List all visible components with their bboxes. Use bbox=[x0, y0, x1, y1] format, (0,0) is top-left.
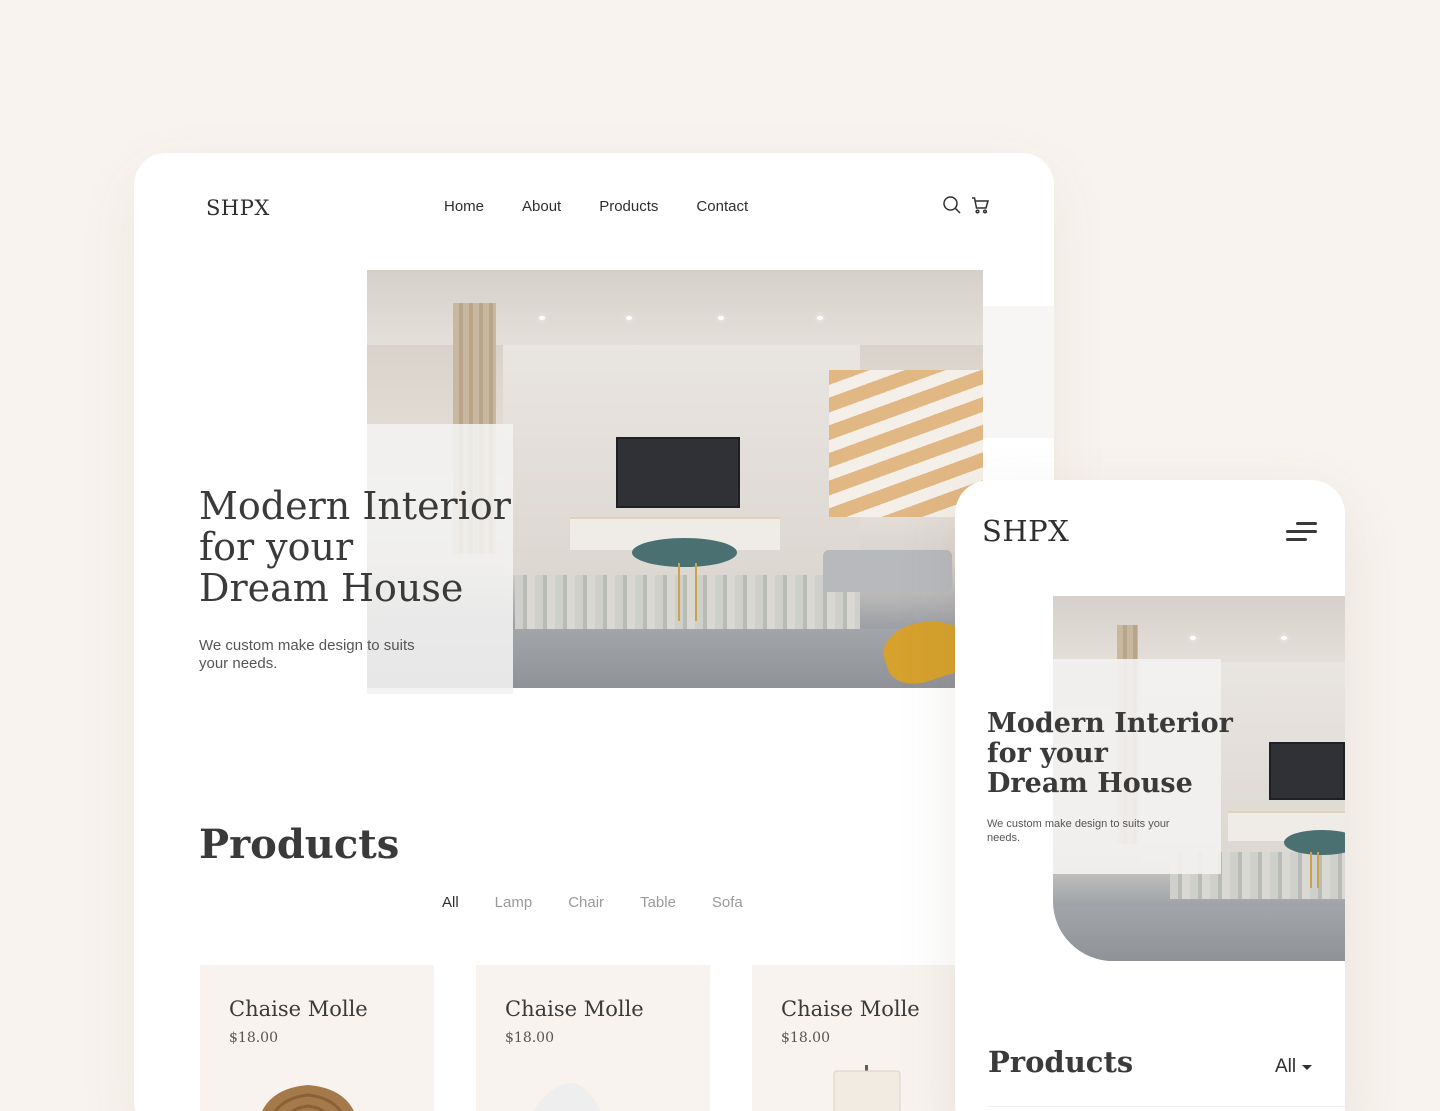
desktop-frame: SHPX Home About Products Contact Modern … bbox=[134, 153, 1054, 1111]
filter-table[interactable]: Table bbox=[640, 894, 676, 911]
filter-lamp[interactable]: Lamp bbox=[495, 894, 533, 911]
product-card[interactable]: Chaise Molle $18.00 bbox=[476, 965, 710, 1111]
nav-products[interactable]: Products bbox=[599, 198, 658, 215]
product-name: Chaise Molle bbox=[229, 997, 368, 1021]
hero-title: Modern Interior for your Dream House bbox=[199, 484, 511, 610]
mobile-products-title: Products bbox=[988, 1045, 1134, 1079]
table-lamp-image bbox=[833, 1065, 901, 1111]
filter-sofa[interactable]: Sofa bbox=[712, 894, 743, 911]
site-logo[interactable]: SHPX bbox=[206, 196, 270, 220]
header-actions bbox=[942, 195, 990, 220]
product-card[interactable]: Chaise Molle $18.00 bbox=[200, 965, 434, 1111]
product-price: $18.00 bbox=[505, 1030, 554, 1046]
hero-subtitle: We custom make design to suits your need… bbox=[199, 637, 415, 672]
nav-about[interactable]: About bbox=[522, 198, 561, 215]
product-price: $18.00 bbox=[229, 1030, 278, 1046]
nav-home[interactable]: Home bbox=[444, 198, 484, 215]
nav-contact[interactable]: Contact bbox=[696, 198, 748, 215]
divider bbox=[988, 1106, 1345, 1107]
filter-all[interactable]: All bbox=[442, 894, 459, 911]
mobile-filter-dropdown[interactable]: All bbox=[1275, 1056, 1313, 1078]
hamburger-icon[interactable] bbox=[1286, 522, 1317, 542]
chevron-down-icon bbox=[1302, 1064, 1313, 1070]
product-name: Chaise Molle bbox=[781, 997, 920, 1021]
filter-chair[interactable]: Chair bbox=[568, 894, 604, 911]
products-title: Products bbox=[199, 821, 400, 868]
mobile-hero-title: Modern Interior for your Dream House bbox=[987, 708, 1233, 799]
mobile-logo[interactable]: SHPX bbox=[982, 514, 1069, 548]
mobile-frame: SHPX Modern Interior for your Dream Hous… bbox=[955, 480, 1345, 1111]
decorative-panel bbox=[983, 306, 1054, 438]
product-card[interactable]: Chaise Molle $18.00 bbox=[752, 965, 986, 1111]
wicker-chair-image bbox=[262, 1085, 354, 1111]
main-nav: Home About Products Contact bbox=[444, 198, 748, 215]
search-icon[interactable] bbox=[942, 195, 962, 220]
mobile-hero-subtitle: We custom make design to suits your need… bbox=[987, 818, 1170, 844]
mobile-filter-value: All bbox=[1275, 1056, 1297, 1077]
product-price: $18.00 bbox=[781, 1030, 830, 1046]
product-filter-tabs: All Lamp Chair Table Sofa bbox=[442, 894, 743, 911]
cart-icon[interactable] bbox=[970, 195, 990, 220]
white-chair-image bbox=[533, 1083, 601, 1111]
product-name: Chaise Molle bbox=[505, 997, 644, 1021]
